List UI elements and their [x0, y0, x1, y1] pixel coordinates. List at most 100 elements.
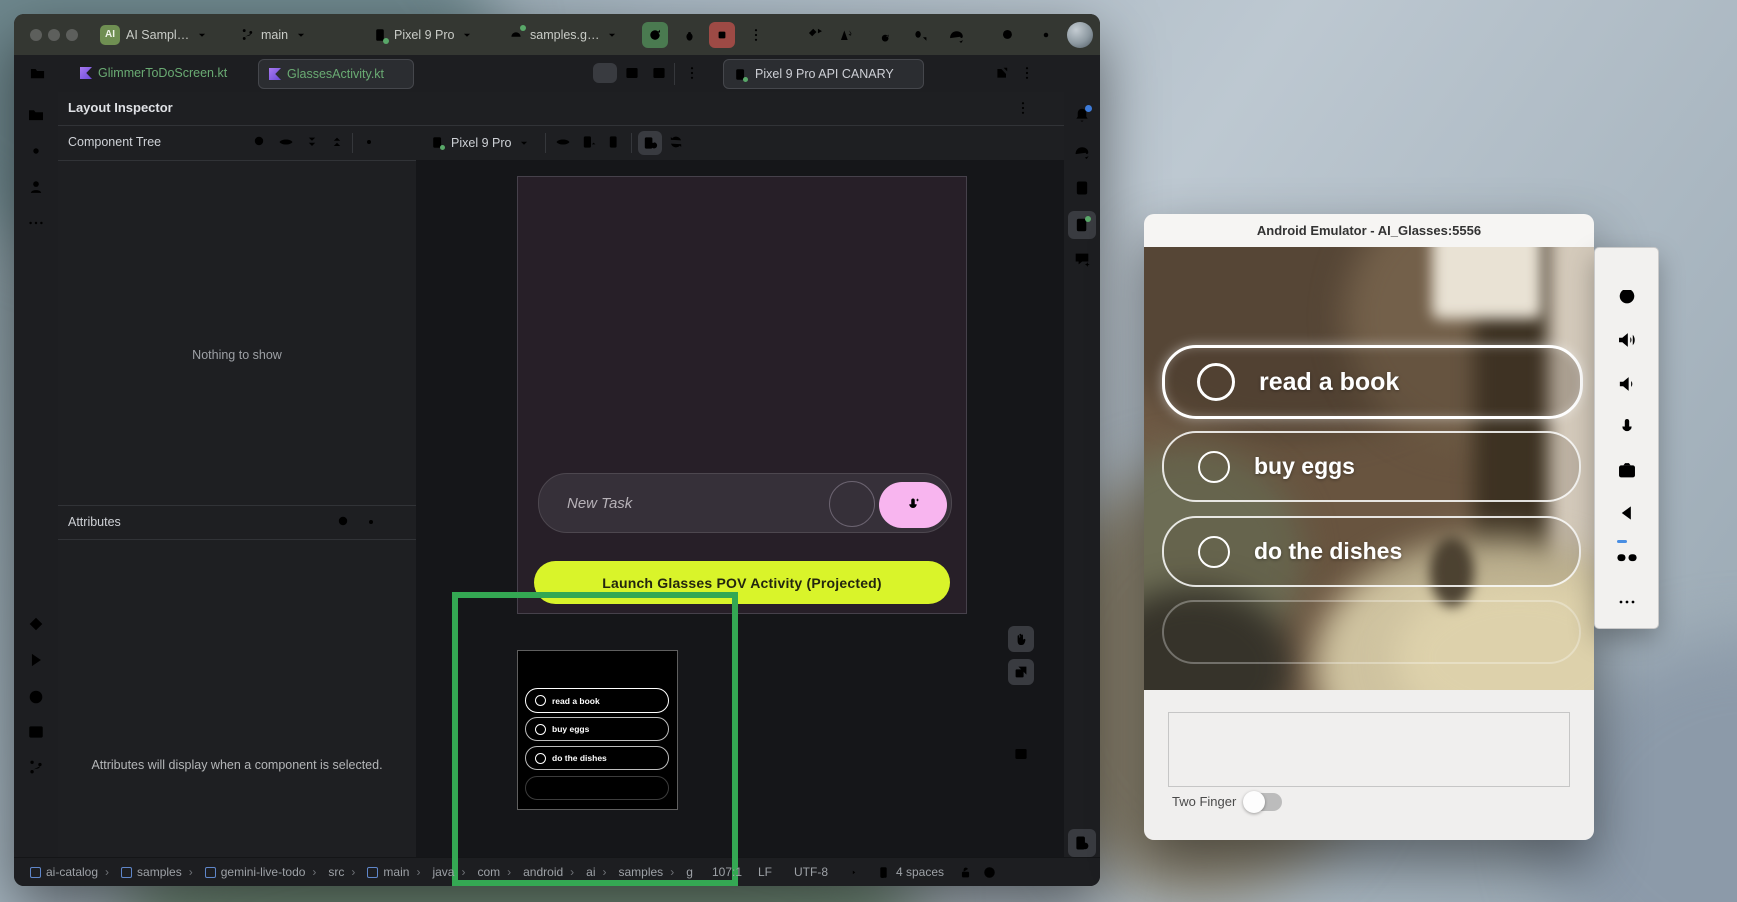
- emulator-volume-down-button[interactable]: [1616, 373, 1638, 395]
- process-selector[interactable]: Pixel 9 Pro: [430, 125, 531, 160]
- emulator-camera-view[interactable]: read a book buy eggs do the dishes: [1144, 247, 1594, 690]
- project-tool-button[interactable]: [29, 65, 46, 82]
- stripe-problems-button[interactable]: [27, 688, 45, 706]
- refresh-button[interactable]: [668, 134, 684, 150]
- two-finger-toggle[interactable]: [1244, 793, 1282, 811]
- close-icon[interactable]: [901, 68, 914, 81]
- tree-settings-button[interactable]: [361, 134, 377, 150]
- todo-item-buy-eggs[interactable]: buy eggs: [1162, 431, 1581, 502]
- attach-debugger-button[interactable]: [907, 22, 933, 48]
- attributes-settings-button[interactable]: [363, 514, 379, 530]
- stripe-insights-button[interactable]: [27, 615, 45, 633]
- readonly-toggle[interactable]: [958, 858, 973, 886]
- file-encoding[interactable]: UTF-8: [794, 858, 828, 886]
- screenshot-export-button[interactable]: [581, 134, 597, 150]
- tree-hide-button[interactable]: [387, 134, 403, 150]
- emulator-back-button[interactable]: [1616, 502, 1638, 524]
- device-selector[interactable]: Pixel 9 Pro: [372, 14, 474, 55]
- editor-more-menu[interactable]: [684, 65, 700, 81]
- tree-search-button[interactable]: [252, 134, 268, 150]
- emulator-microphone-button[interactable]: [1616, 416, 1638, 438]
- stop-button[interactable]: [709, 22, 735, 48]
- run-options-menu[interactable]: [743, 22, 769, 48]
- settings-button[interactable]: [1033, 22, 1059, 48]
- emulator-titlebar[interactable]: Android Emulator - AI_Glasses:5556: [1144, 214, 1594, 248]
- expand-all-button[interactable]: [304, 134, 320, 150]
- open-in-window-button[interactable]: [994, 65, 1010, 81]
- profiler-button[interactable]: [869, 22, 895, 48]
- tree-visibility-button[interactable]: [278, 134, 294, 150]
- breadcrumb[interactable]: ai-catalog samples gemini-live-todo src …: [30, 858, 693, 886]
- apply-changes-button[interactable]: [832, 22, 858, 48]
- emulator-power-button[interactable]: [1616, 284, 1638, 306]
- tab-glimmertodoscreen[interactable]: GlimmerToDoScreen.kt: [70, 59, 237, 87]
- debug-button[interactable]: [676, 22, 702, 48]
- emulator-camera-button[interactable]: [1616, 459, 1638, 481]
- zoom-in-button[interactable]: [1008, 692, 1034, 718]
- stripe-play-policy-button[interactable]: [27, 651, 45, 669]
- panel-options-menu[interactable]: [1019, 65, 1035, 81]
- collapse-all-button[interactable]: [329, 134, 345, 150]
- hide-panel-button[interactable]: [1042, 65, 1058, 81]
- branch-selector[interactable]: main: [240, 14, 308, 55]
- radio-circle-icon[interactable]: [1198, 451, 1230, 483]
- todo-item-read-a-book[interactable]: read a book: [1162, 345, 1583, 419]
- voice-input-button[interactable]: [879, 482, 947, 528]
- inspection-status[interactable]: [982, 858, 997, 886]
- add-task-button[interactable]: [829, 481, 875, 527]
- stripe-more-button[interactable]: [27, 214, 45, 232]
- search-everywhere-button[interactable]: [995, 22, 1021, 48]
- glasses-display-preview[interactable]: read a book buy eggs do the dishes: [517, 650, 678, 810]
- stripe-project-button[interactable]: [27, 106, 45, 124]
- line-separator[interactable]: LF: [758, 858, 772, 886]
- build-button[interactable]: [802, 22, 828, 48]
- stripe-running-devices-button[interactable]: [1068, 211, 1096, 239]
- zoom-to-fit-button[interactable]: [1008, 741, 1034, 767]
- add-device-button[interactable]: [934, 65, 950, 81]
- attributes-search-button[interactable]: [336, 514, 352, 530]
- stripe-vcs-button[interactable]: [27, 758, 45, 776]
- stripe-structure-button[interactable]: [27, 178, 45, 196]
- live-updates-toggle[interactable]: [638, 131, 662, 155]
- indent-config[interactable]: [850, 858, 865, 886]
- pan-tool-button[interactable]: [1008, 626, 1034, 652]
- radio-circle-icon[interactable]: [1197, 363, 1235, 401]
- emulator-close-button[interactable]: [1607, 254, 1620, 267]
- zoom-out-button[interactable]: [1008, 716, 1034, 742]
- stripe-layout-inspector-button[interactable]: [1068, 829, 1096, 857]
- panel-options-menu[interactable]: [1015, 100, 1031, 116]
- compare-layers-button[interactable]: [1008, 659, 1034, 685]
- emulator-more-button[interactable]: [1617, 592, 1637, 612]
- snapshot-tree-button[interactable]: [607, 134, 623, 150]
- radio-circle-icon[interactable]: [1198, 536, 1230, 568]
- stripe-notifications-button[interactable]: [1073, 106, 1091, 124]
- emulator-minimize-button[interactable]: [1633, 254, 1646, 267]
- new-task-field[interactable]: New Task: [538, 473, 952, 533]
- running-devices-tab[interactable]: Pixel 9 Pro API CANARY: [723, 59, 924, 89]
- stripe-gemini-button[interactable]: [1073, 250, 1091, 268]
- emulator-glasses-button[interactable]: [1615, 544, 1639, 568]
- close-icon[interactable]: [390, 68, 403, 81]
- window-minimize-button[interactable]: [48, 29, 60, 41]
- todo-item-do-the-dishes[interactable]: do the dishes: [1162, 516, 1581, 587]
- stripe-commit-button[interactable]: [27, 142, 45, 160]
- editor-list-view-button[interactable]: [593, 65, 617, 83]
- hide-panel-button[interactable]: [1041, 100, 1057, 116]
- window-zoom-button[interactable]: [66, 29, 78, 41]
- window-close-button[interactable]: [30, 29, 42, 41]
- editor-split-view-button[interactable]: [624, 65, 640, 81]
- emulator-volume-up-button[interactable]: [1616, 329, 1638, 351]
- stripe-terminal-button[interactable]: [27, 723, 45, 741]
- project-selector[interactable]: AI AI Sampl…: [100, 14, 209, 55]
- indent-size[interactable]: 4 spaces: [876, 858, 944, 886]
- rerun-button[interactable]: [642, 22, 668, 48]
- stripe-device-manager-button[interactable]: [1073, 179, 1091, 197]
- run-configuration-selector[interactable]: samples.g…: [508, 14, 619, 55]
- attributes-hide-button[interactable]: [390, 514, 406, 530]
- user-avatar[interactable]: [1067, 22, 1093, 48]
- gradle-sync-button[interactable]: [943, 22, 969, 48]
- editor-preview-button[interactable]: [651, 65, 667, 81]
- tab-glassesactivity[interactable]: GlassesActivity.kt: [258, 59, 414, 89]
- stripe-gradle-button[interactable]: [1073, 142, 1092, 161]
- touchpad-area[interactable]: [1168, 712, 1570, 787]
